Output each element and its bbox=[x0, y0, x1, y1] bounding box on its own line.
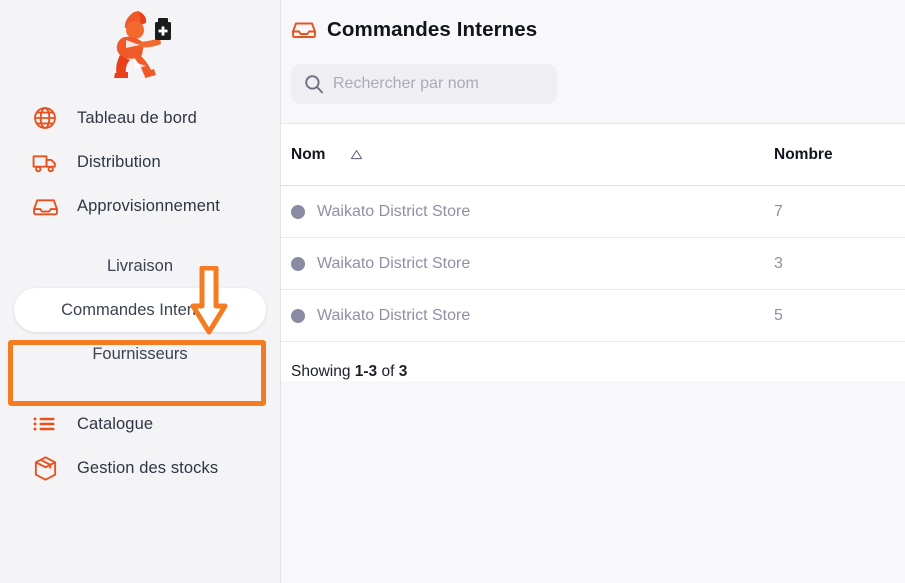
sidebar-item-commandes-internes[interactable]: Commandes Internes bbox=[14, 288, 266, 332]
sidebar-subitem-label: Livraison bbox=[106, 256, 174, 275]
bulleted-list-icon bbox=[30, 409, 60, 439]
inbox-tray-icon bbox=[291, 17, 317, 43]
table-header-row: Nom Nombre bbox=[281, 124, 905, 186]
sidebar-subnav: Livraison Commandes Internes Fournisseur… bbox=[0, 244, 280, 376]
sidebar-item-label: Approvisionnement bbox=[77, 196, 220, 215]
main-header: Commandes Internes Rechercher par nom bbox=[281, 0, 905, 104]
sidebar-subitem-label: Commandes Internes bbox=[61, 300, 219, 319]
cell-nom: Waikato District Store bbox=[291, 307, 774, 325]
table-row[interactable]: Waikato District Store 7 bbox=[281, 186, 905, 238]
table-row[interactable]: Waikato District Store 3 bbox=[281, 238, 905, 290]
cell-nombre: 7 bbox=[774, 202, 783, 220]
table-row[interactable]: Waikato District Store 5 bbox=[281, 290, 905, 342]
showing-middle: of bbox=[377, 363, 399, 380]
sidebar-item-label: Distribution bbox=[77, 152, 161, 171]
sidebar-item-livraison[interactable]: Livraison bbox=[0, 244, 280, 288]
cell-nombre: 5 bbox=[774, 306, 783, 324]
sidebar-item-label: Catalogue bbox=[77, 414, 154, 433]
cell-nom: Waikato District Store bbox=[291, 255, 774, 273]
search-placeholder: Rechercher par nom bbox=[333, 75, 479, 92]
inbox-tray-icon bbox=[30, 191, 60, 221]
sidebar-item-tableau-de-bord[interactable]: Tableau de bord bbox=[0, 96, 280, 140]
brand-logo[interactable] bbox=[0, 0, 280, 96]
sidebar-item-catalogue[interactable]: Catalogue bbox=[0, 402, 280, 446]
sidebar-item-gestion-des-stocks[interactable]: Gestion des stocks bbox=[0, 446, 280, 490]
main-content: Commandes Internes Rechercher par nom No… bbox=[281, 0, 905, 583]
showing-total: 3 bbox=[398, 363, 408, 380]
row-name: Waikato District Store bbox=[317, 306, 471, 324]
showing-prefix: Showing bbox=[291, 363, 355, 380]
sidebar-subitem-label: Fournisseurs bbox=[92, 344, 188, 363]
app-root: Tableau de bord Distribution Approvision… bbox=[0, 0, 905, 583]
row-name: Waikato District Store bbox=[317, 254, 471, 272]
cell-nombre: 3 bbox=[774, 254, 783, 272]
page-title: Commandes Internes bbox=[327, 18, 538, 41]
status-dot-icon bbox=[291, 308, 305, 323]
globe-icon bbox=[30, 103, 60, 133]
page-title-row: Commandes Internes bbox=[291, 17, 905, 43]
sidebar-item-label: Tableau de bord bbox=[77, 108, 197, 127]
package-box-icon bbox=[30, 453, 60, 483]
sidebar-item-approvisionnement[interactable]: Approvisionnement bbox=[0, 184, 280, 228]
column-header-label: Nombre bbox=[774, 145, 833, 163]
orders-table: Nom Nombre Waikato District Store 7 Waik… bbox=[281, 123, 905, 381]
search-input[interactable]: Rechercher par nom bbox=[291, 64, 557, 104]
status-dot-icon bbox=[291, 256, 305, 271]
column-header-nombre[interactable]: Nombre bbox=[774, 146, 891, 164]
triangle-up-icon[interactable] bbox=[350, 149, 363, 160]
pagination-summary: Showing 1-3 of 3 bbox=[281, 342, 905, 381]
sidebar-item-fournisseurs[interactable]: Fournisseurs bbox=[0, 332, 280, 376]
column-header-label: Nom bbox=[291, 145, 326, 163]
cell-nom: Waikato District Store bbox=[291, 203, 774, 221]
column-header-nom[interactable]: Nom bbox=[291, 146, 774, 164]
search-icon bbox=[303, 74, 324, 95]
showing-range: 1-3 bbox=[354, 363, 378, 380]
status-dot-icon bbox=[291, 204, 305, 219]
sidebar-item-distribution[interactable]: Distribution bbox=[0, 140, 280, 184]
sidebar: Tableau de bord Distribution Approvision… bbox=[0, 0, 281, 583]
sidebar-item-label: Gestion des stocks bbox=[77, 458, 219, 477]
running-courier-with-medicine-bottle-logo bbox=[114, 11, 171, 78]
row-name: Waikato District Store bbox=[317, 202, 471, 220]
truck-icon bbox=[30, 147, 60, 177]
